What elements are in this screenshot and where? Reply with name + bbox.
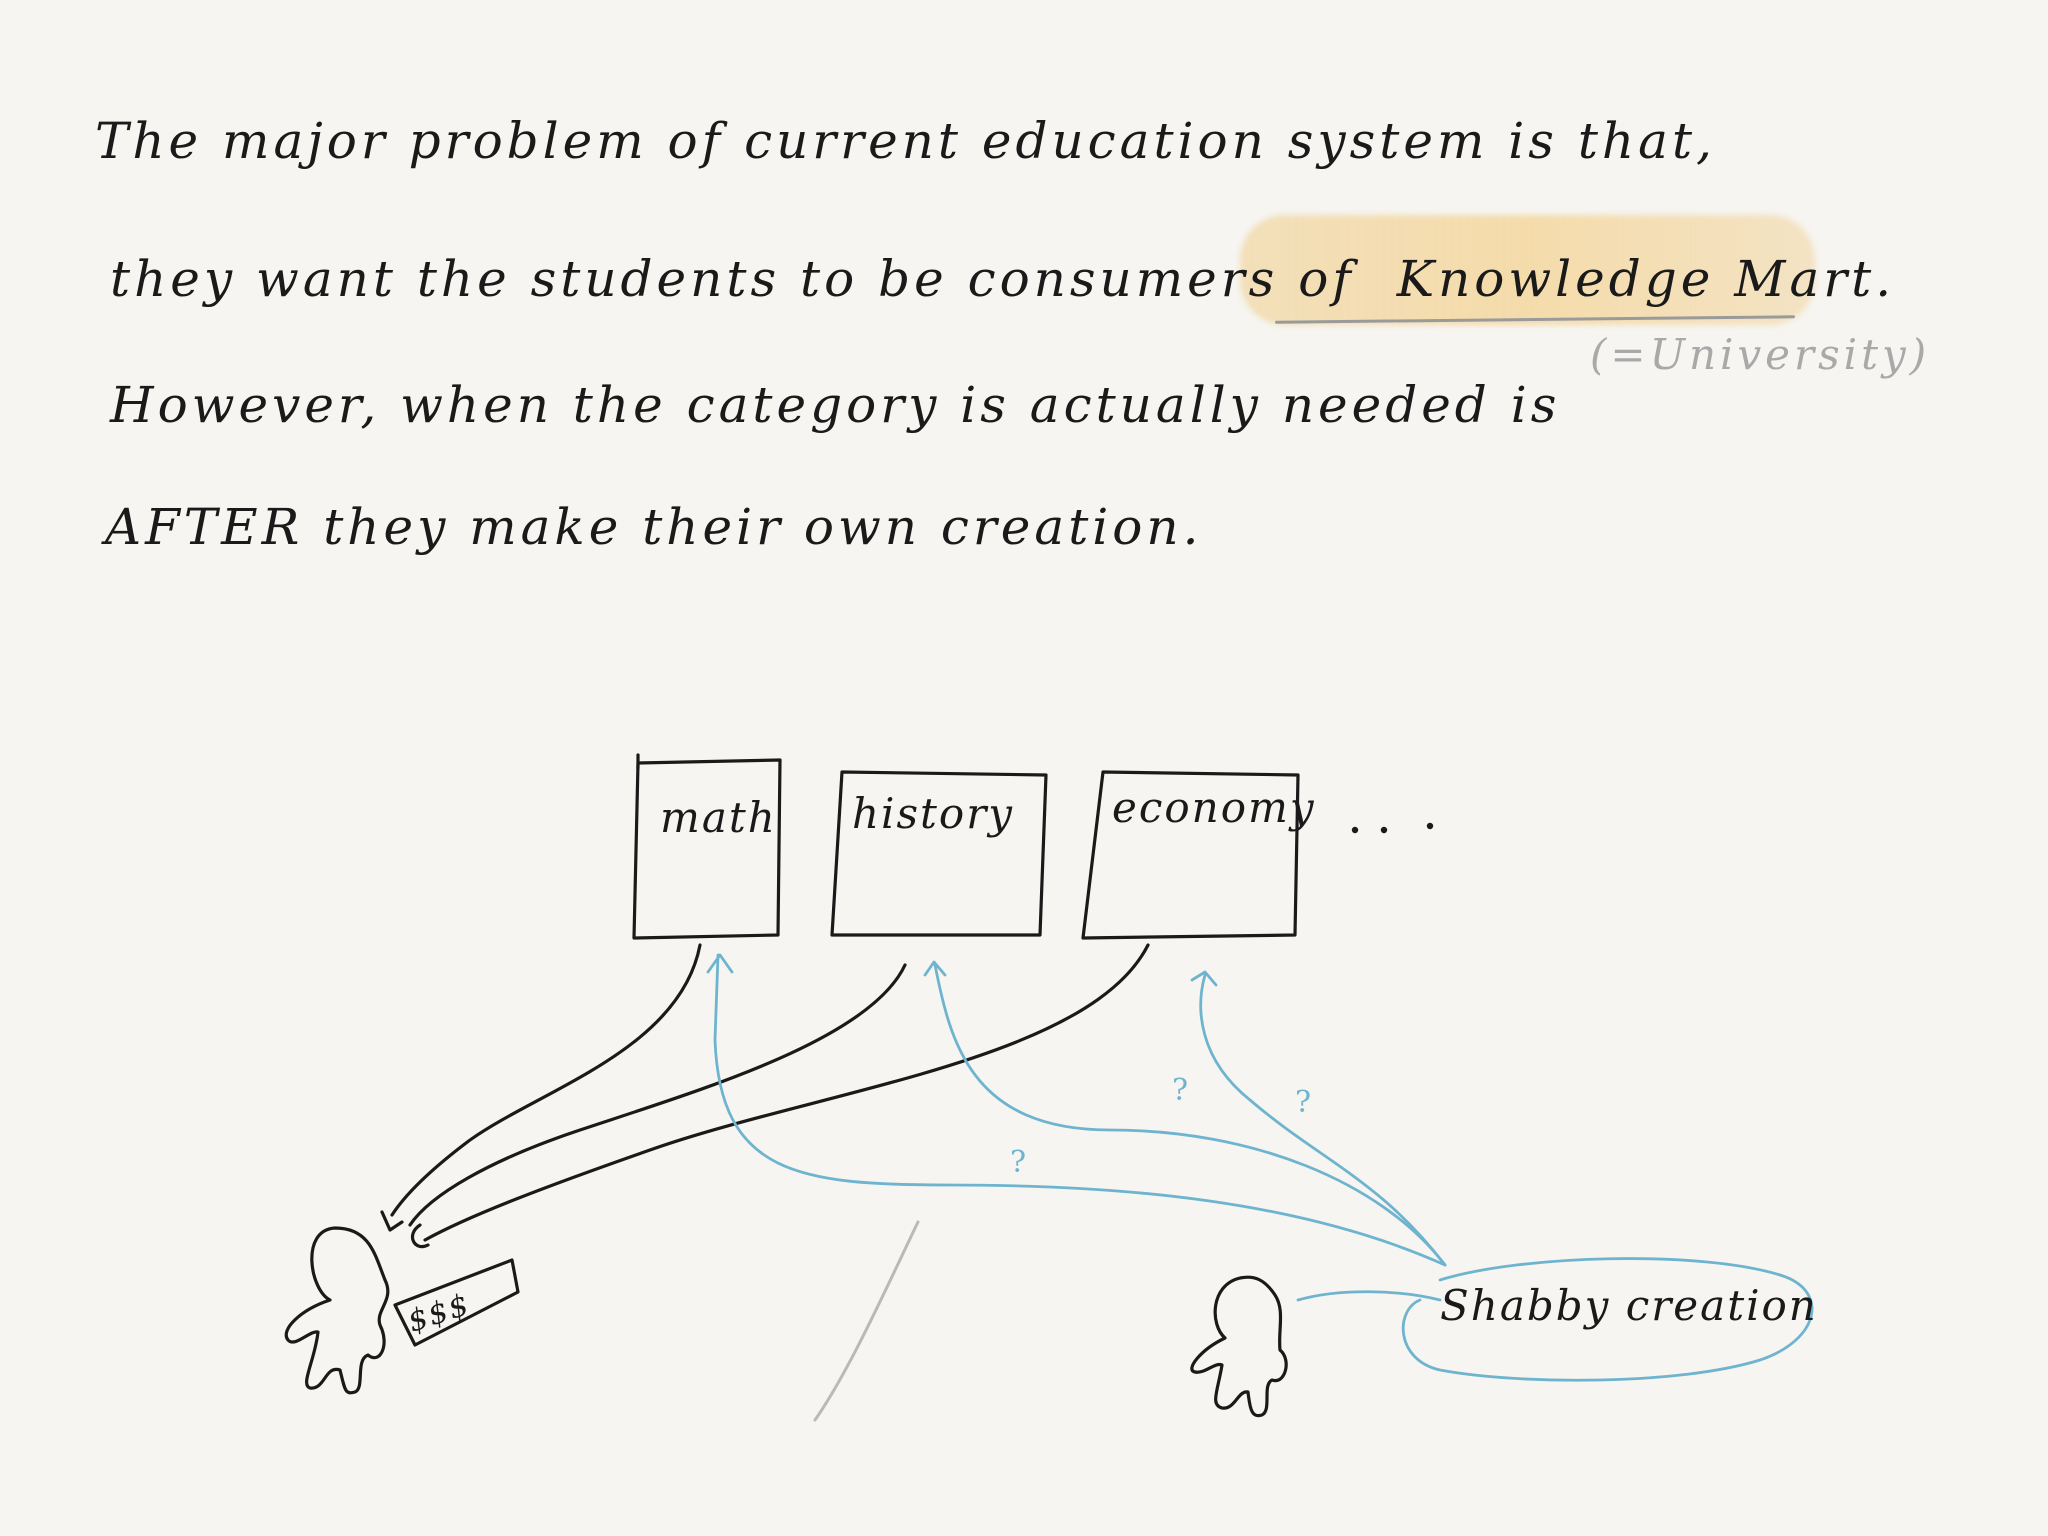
creator-figure — [1190, 1275, 1288, 1418]
question-mark: ? — [1295, 1085, 1311, 1120]
arrowhead-consumer — [380, 1210, 430, 1249]
ellipsis-dot — [1380, 826, 1388, 834]
arrow-history-to-consumer — [408, 963, 907, 1227]
category-label-economy: economy — [1112, 783, 1316, 832]
stray-stroke — [813, 1220, 920, 1422]
consumer-figure — [284, 1226, 390, 1395]
category-label-math: math — [660, 793, 777, 842]
arrow-creation-to-history — [933, 963, 1447, 1267]
ellipsis-dot — [1351, 826, 1359, 834]
diagram: math history economy $$$ Shabby creation… — [284, 753, 1818, 1422]
arrowhead-math — [706, 953, 734, 974]
arrow-economy-to-consumer — [423, 943, 1150, 1242]
arrow-creation-to-economy — [1199, 973, 1447, 1267]
arrow-creator-to-creation — [1296, 1290, 1442, 1302]
category-box-math: math — [632, 753, 782, 940]
category-box-economy: economy — [1081, 770, 1316, 940]
category-label-history: history — [852, 789, 1014, 838]
arrow-math-to-consumer — [390, 943, 702, 1217]
ellipsis-dot — [1426, 822, 1434, 830]
sketch-page: The major problem of current education s… — [0, 0, 2048, 1536]
question-mark: ? — [1172, 1073, 1188, 1108]
question-mark: ? — [1010, 1145, 1026, 1180]
category-box-history: history — [830, 770, 1048, 937]
money-note: $$$ — [393, 1258, 520, 1347]
more-categories-ellipsis — [1351, 822, 1434, 834]
arrow-creation-to-math — [713, 953, 1447, 1267]
creation-label: Shabby creation — [1440, 1281, 1818, 1330]
